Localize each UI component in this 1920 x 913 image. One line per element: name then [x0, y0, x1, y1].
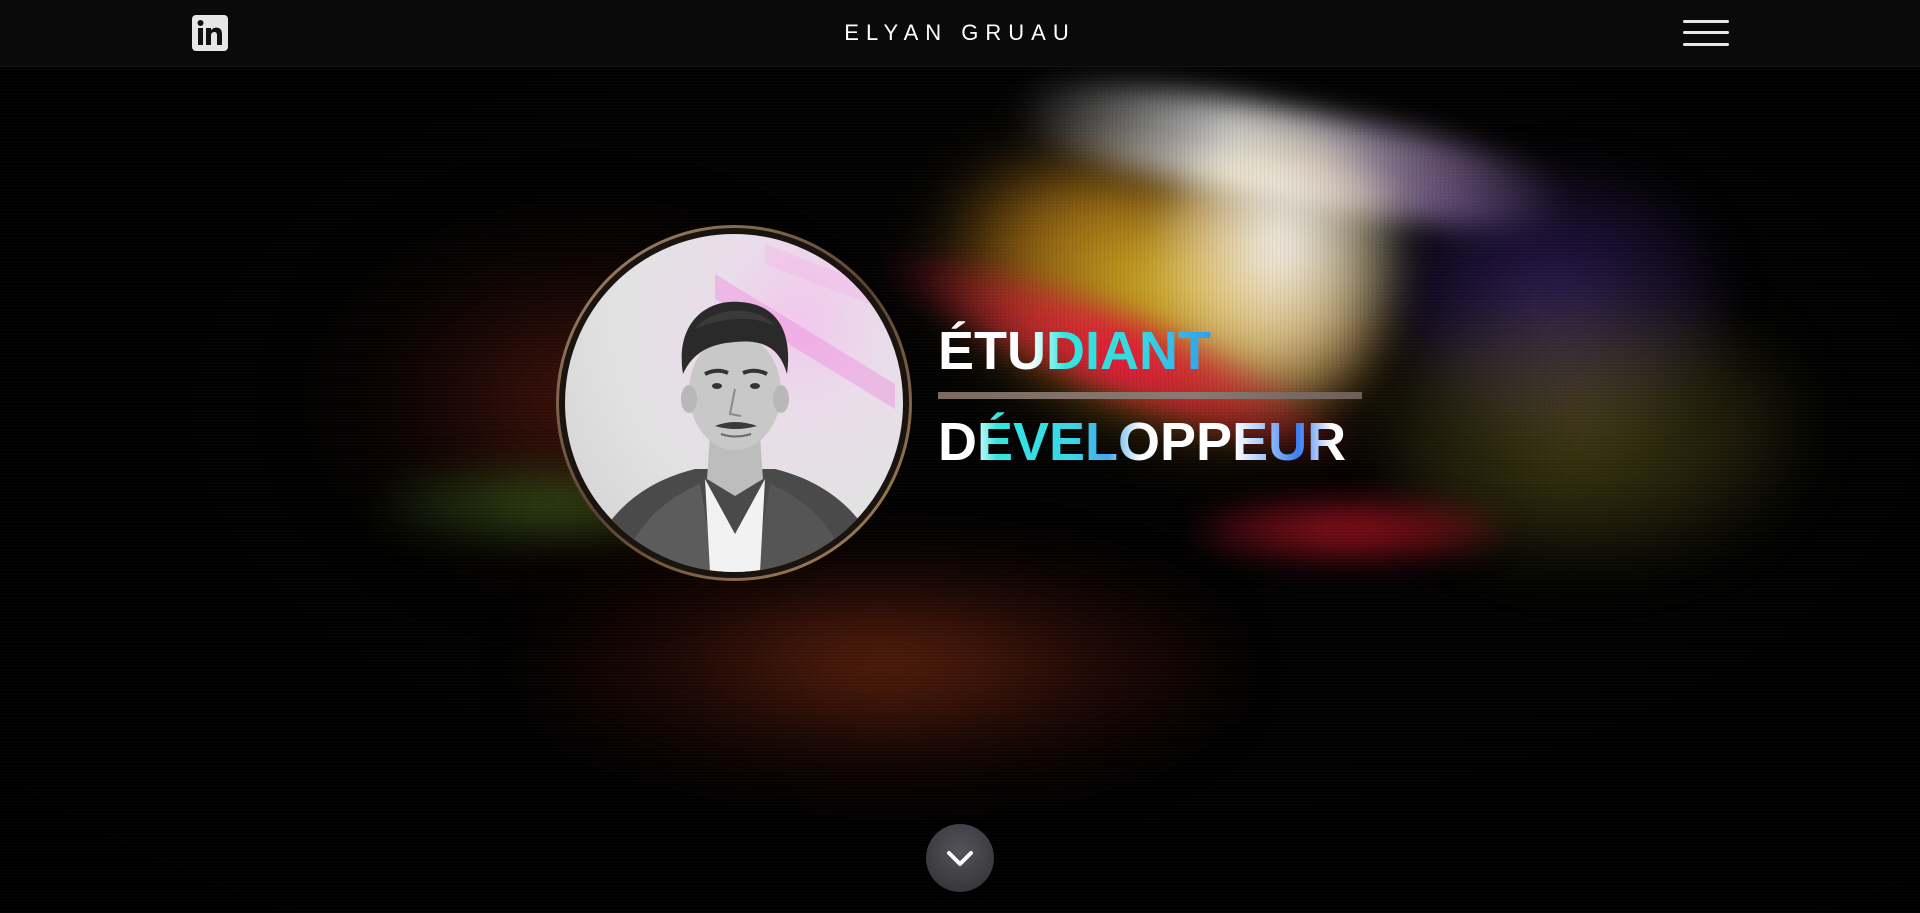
profile-photo [559, 228, 909, 578]
title-divider [938, 392, 1362, 399]
chevron-down-icon [947, 851, 973, 866]
hero-title-line-1: ÉTUDIANT [938, 320, 1362, 382]
hero-title-line-2: DÉVELOPPEUR [938, 411, 1362, 473]
page: ELYAN GRUAU ÉTUDIANT DÉVELOPPEUR [0, 0, 1920, 913]
profile-photo-frame [556, 225, 912, 581]
scroll-down-button[interactable] [926, 824, 994, 892]
site-title[interactable]: ELYAN GRUAU [0, 20, 1920, 46]
hero-titles: ÉTUDIANT DÉVELOPPEUR [938, 320, 1362, 473]
top-navbar: ELYAN GRUAU [0, 0, 1920, 67]
hamburger-menu-icon[interactable] [1683, 18, 1729, 48]
